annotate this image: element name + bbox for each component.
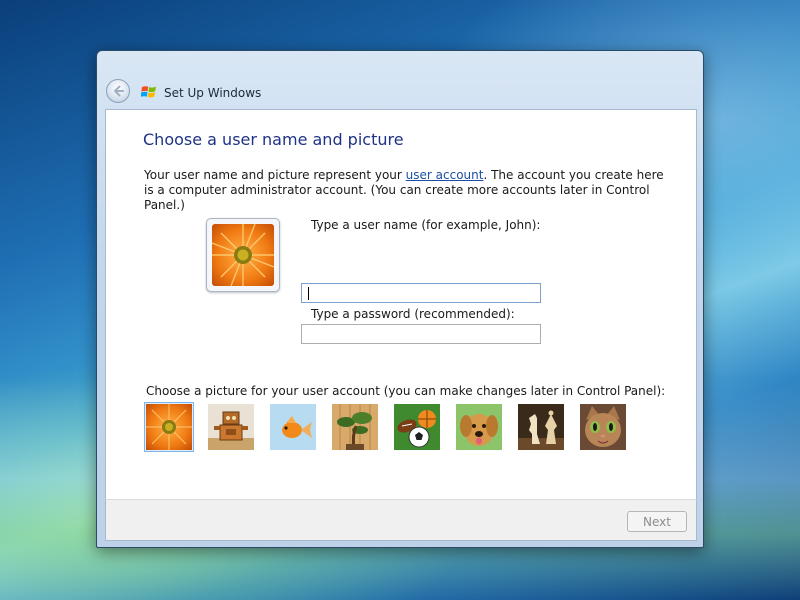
picture-option-bonsai[interactable]: [330, 402, 380, 452]
username-label: Type a user name (for example, John):: [311, 218, 541, 232]
page-description: Your user name and picture represent you…: [144, 168, 664, 213]
content-panel: Choose a user name and picture Your user…: [105, 109, 697, 499]
windows-logo-icon: [141, 86, 156, 98]
picture-option-flower[interactable]: [144, 402, 194, 452]
picture-chooser-label: Choose a picture for your user account (…: [146, 384, 666, 398]
password-label: Type a password (recommended):: [311, 307, 515, 321]
window-title: Set Up Windows: [164, 86, 262, 100]
picture-chooser: [144, 402, 644, 456]
picture-option-chess-pieces[interactable]: [516, 402, 566, 452]
username-input[interactable]: [301, 283, 541, 303]
setup-window: Set Up Windows Choose a user name and pi…: [96, 50, 704, 548]
back-arrow-icon: [114, 85, 124, 97]
user-account-link[interactable]: user account: [406, 168, 484, 182]
picture-option-sports-balls[interactable]: [392, 402, 442, 452]
page-heading: Choose a user name and picture: [143, 130, 404, 149]
picture-option-robot[interactable]: [206, 402, 256, 452]
title-bar: Set Up Windows: [97, 51, 703, 109]
picture-option-goldfish[interactable]: [268, 402, 318, 452]
footer-bar: Next: [105, 499, 697, 541]
text-caret: [308, 287, 309, 300]
description-text-start: Your user name and picture represent you…: [144, 168, 406, 182]
flower-picture-preview: [212, 224, 274, 286]
password-input[interactable]: [301, 324, 541, 344]
picture-option-puppy[interactable]: [454, 402, 504, 452]
next-button[interactable]: Next: [627, 511, 687, 532]
back-button[interactable]: [106, 79, 130, 103]
selected-user-picture: [206, 218, 280, 292]
picture-option-kitten[interactable]: [578, 402, 628, 452]
